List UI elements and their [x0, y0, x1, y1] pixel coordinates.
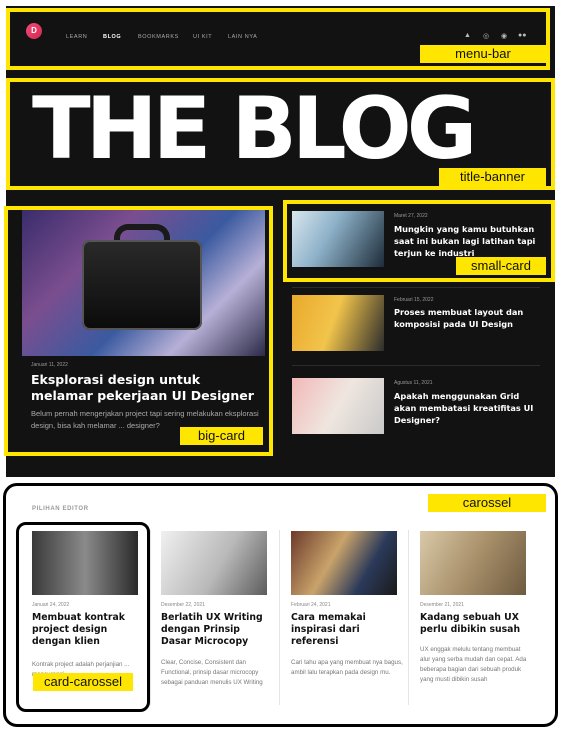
divider: [150, 530, 151, 705]
card-image[interactable]: [32, 531, 138, 595]
dribbble-icon[interactable]: ◉: [501, 32, 507, 40]
card-date: Januari 24, 2022: [32, 602, 70, 608]
page-title: THE BLOG: [32, 79, 477, 179]
nav-lain-nya[interactable]: LAIN NYA: [228, 34, 257, 40]
card-description: Cari tahu apa yang membuat nya bagus, am…: [291, 659, 403, 676]
card-date: Desember 21, 2021: [420, 602, 464, 608]
post-title[interactable]: Apakah menggunakan Grid akan membatasi k…: [394, 390, 544, 426]
annotation-menu-bar: menu-bar: [420, 45, 546, 63]
nav-blog[interactable]: BLOG: [103, 34, 121, 40]
divider: [408, 530, 409, 705]
card-date: Februari 24, 2021: [291, 602, 331, 608]
featured-date: Januari 11, 2022: [31, 362, 68, 368]
annotation-title-banner: title-banner: [439, 168, 546, 186]
post-date: Februari 15, 2022: [394, 297, 434, 303]
section-label: PILIHAN EDITOR: [32, 506, 89, 512]
card-title[interactable]: Cara memakai inspirasi dari referensi: [291, 612, 403, 648]
briefcase-image: [82, 240, 202, 330]
card-description: UX enggak melulu tentang membuat alur ya…: [420, 646, 527, 683]
annotation-small-card: small-card: [456, 257, 546, 275]
featured-image[interactable]: [22, 210, 265, 356]
card-image[interactable]: [420, 531, 526, 595]
site-logo[interactable]: D: [26, 23, 42, 39]
post-date: Maret 27, 2022: [394, 213, 428, 219]
divider: [292, 287, 540, 288]
post-thumbnail[interactable]: [292, 378, 384, 434]
card-title[interactable]: Kadang sebuah UX perlu dibikin susah: [420, 612, 532, 636]
instagram-icon[interactable]: ◎: [483, 32, 489, 40]
card-description: Clear, Concise, Consistent dan Functiona…: [161, 659, 263, 686]
divider: [279, 530, 280, 705]
annotation-carousel: carossel: [428, 494, 546, 512]
medium-icon[interactable]: ●●: [518, 32, 526, 39]
card-date: Desember 22, 2021: [161, 602, 205, 608]
twitter-icon[interactable]: ▲: [464, 32, 471, 39]
post-date: Agustus 11, 2021: [394, 380, 433, 386]
post-title[interactable]: Mungkin yang kamu butuhkan saat ini buka…: [394, 223, 544, 259]
featured-title[interactable]: Eksplorasi design untuk melamar pekerjaa…: [31, 372, 261, 404]
nav-bookmarks[interactable]: BOOKMARKS: [138, 34, 179, 40]
annotation-big-card: big-card: [180, 427, 263, 445]
nav-learn[interactable]: LEARN: [66, 34, 87, 40]
post-thumbnail[interactable]: [292, 295, 384, 351]
card-title[interactable]: Membuat kontrak project design dengan kl…: [32, 612, 144, 648]
card-image[interactable]: [291, 531, 397, 595]
post-thumbnail[interactable]: [292, 211, 384, 267]
card-image[interactable]: [161, 531, 267, 595]
post-title[interactable]: Proses membuat layout dan komposisi pada…: [394, 306, 544, 330]
card-title[interactable]: Berlatih UX Writing dengan Prinsip Dasar…: [161, 612, 273, 648]
divider: [292, 365, 540, 366]
nav-ui-kit[interactable]: UI KIT: [193, 34, 212, 40]
annotation-card-carousel: card-carossel: [33, 673, 133, 691]
